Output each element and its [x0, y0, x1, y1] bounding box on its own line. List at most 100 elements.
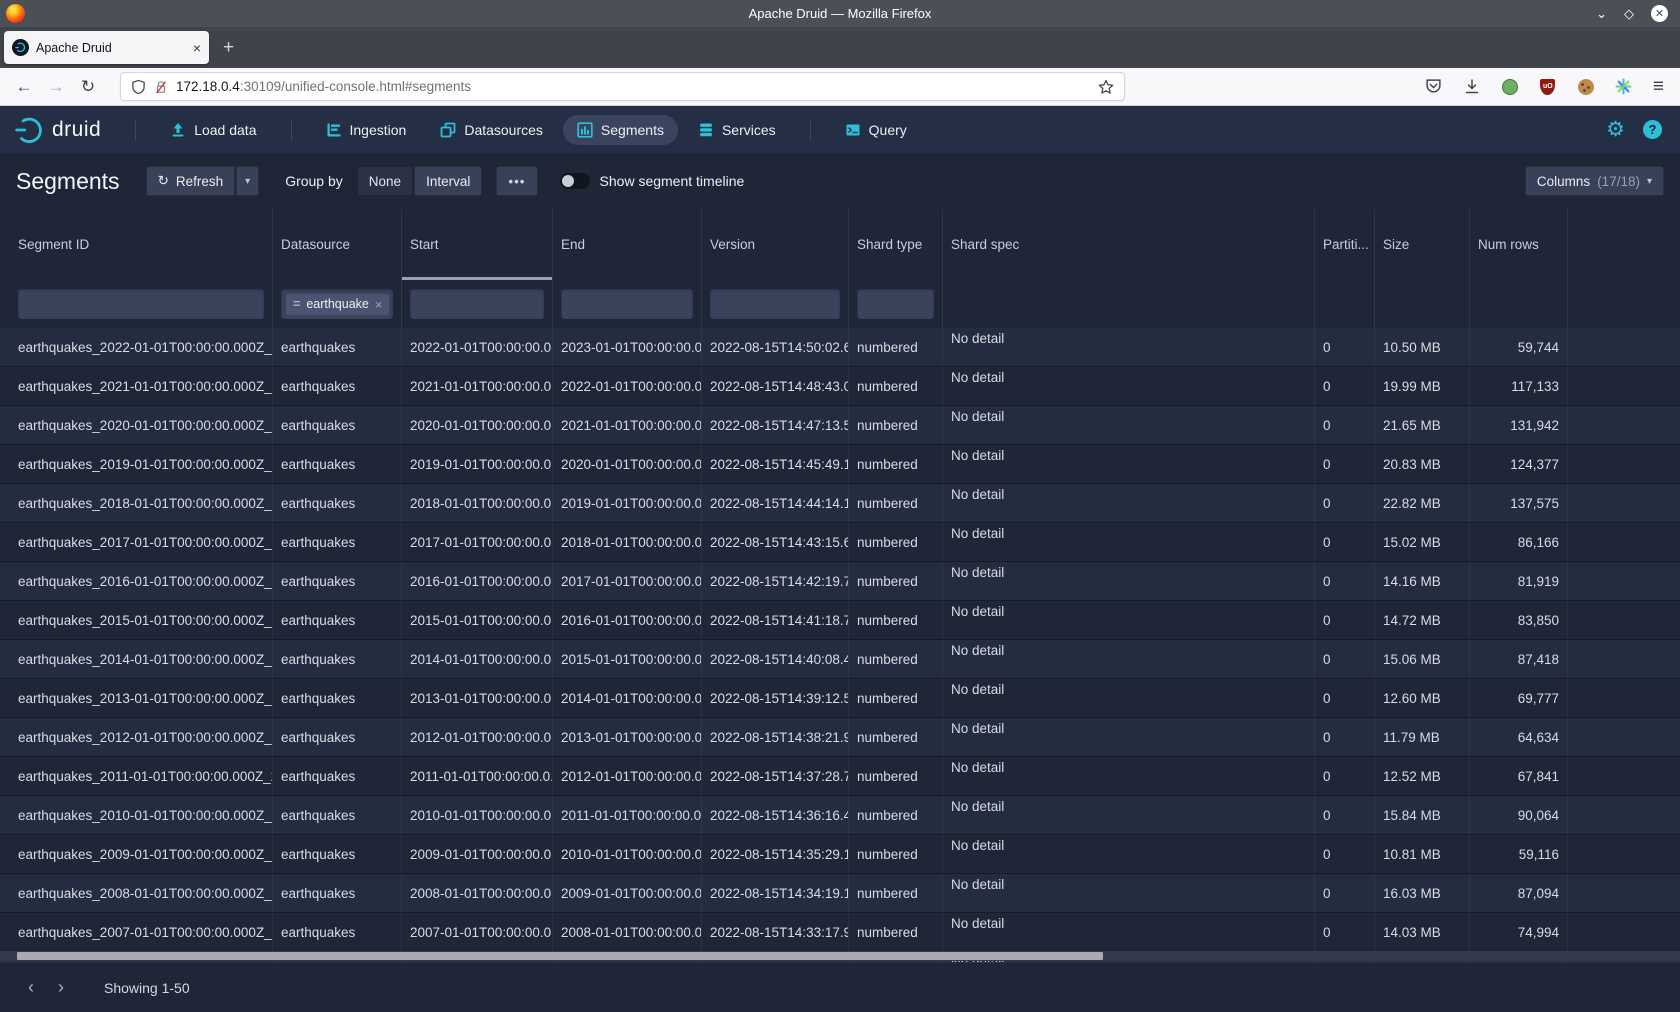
previous-page-button[interactable]: ‹: [16, 973, 46, 1003]
column-header-end[interactable]: End: [553, 209, 702, 280]
cell-size: 15.06 MB: [1375, 640, 1470, 678]
nav-item-segments[interactable]: Segments: [563, 115, 678, 145]
nav-item-query[interactable]: Query: [831, 115, 921, 145]
table-row[interactable]: earthquakes_2007-01-01T00:00:00.000Z_2..…: [0, 913, 1680, 952]
ublock-origin-icon[interactable]: uO: [1539, 78, 1557, 96]
cell-start: 2020-01-01T00:00:00.0...: [402, 406, 553, 444]
filter-input-datasource[interactable]: = earthquake ×: [281, 289, 393, 319]
refresh-interval-dropdown[interactable]: ▾: [236, 166, 259, 196]
table-row[interactable]: earthquakes_2014-01-01T00:00:00.000Z_2..…: [0, 640, 1680, 679]
more-options-button[interactable]: •••: [496, 166, 537, 196]
cell-segment-id: earthquakes_2010-01-01T00:00:00.000Z_2..…: [10, 796, 273, 834]
datasources-icon: [440, 122, 456, 138]
group-by-none-button[interactable]: None: [357, 166, 413, 196]
cell-end: 2008-01-01T00:00:00.0...: [553, 913, 702, 951]
pocket-icon[interactable]: [1425, 78, 1443, 96]
extension-green-icon[interactable]: [1501, 78, 1519, 96]
cell-num-rows: 81,919: [1470, 562, 1568, 600]
refresh-button[interactable]: ↻ Refresh: [146, 166, 236, 196]
table-row[interactable]: earthquakes_2019-01-01T00:00:00.000Z_2..…: [0, 445, 1680, 484]
nav-item-services[interactable]: Services: [684, 115, 790, 145]
table-row[interactable]: earthquakes_2016-01-01T00:00:00.000Z_2..…: [0, 562, 1680, 601]
table-row[interactable]: earthquakes_2011-01-01T00:00:00.000Z_2..…: [0, 757, 1680, 796]
column-header-num-rows[interactable]: Num rows: [1470, 209, 1568, 280]
nav-item-load-data[interactable]: Load data: [156, 115, 270, 145]
nav-item-ingestion[interactable]: Ingestion: [312, 115, 421, 145]
group-by-interval-button[interactable]: Interval: [414, 166, 482, 196]
table-row[interactable]: earthquakes_2013-01-01T00:00:00.000Z_2..…: [0, 679, 1680, 718]
pagination-bar: ‹ › Showing 1-50: [0, 962, 1680, 1012]
columns-button[interactable]: Columns (17/18) ▾: [1525, 166, 1664, 196]
column-header-partition[interactable]: Partiti...: [1315, 209, 1375, 280]
table-row[interactable]: earthquakes_2017-01-01T00:00:00.000Z_2..…: [0, 523, 1680, 562]
tab-close-icon[interactable]: ×: [193, 40, 201, 56]
container-asterisk-icon[interactable]: [1615, 78, 1633, 96]
cell-segment-id: earthquakes_2016-01-01T00:00:00.000Z_2..…: [10, 562, 273, 600]
cell-size: 15.84 MB: [1375, 796, 1470, 834]
insecure-lock-icon[interactable]: [154, 79, 168, 95]
filter-input-start[interactable]: [410, 289, 544, 319]
cell-shard-spec: No detail: [943, 445, 1315, 483]
column-header-shard-type[interactable]: Shard type: [849, 209, 943, 280]
filter-input-end[interactable]: [561, 289, 693, 319]
column-header-version[interactable]: Version: [702, 209, 849, 280]
column-header-shard-spec[interactable]: Shard spec: [943, 209, 1315, 280]
segment-timeline-toggle[interactable]: [560, 173, 590, 189]
forward-button[interactable]: →: [42, 73, 70, 101]
cell-version: 2022-08-15T14:42:19.7...: [702, 562, 849, 600]
nav-item-datasources[interactable]: Datasources: [426, 115, 557, 145]
window-maximize-button[interactable]: ◇: [1624, 7, 1634, 20]
reload-button[interactable]: ↻: [74, 73, 102, 101]
table-row[interactable]: earthquakes_2009-01-01T00:00:00.000Z_2..…: [0, 835, 1680, 874]
downloads-icon[interactable]: [1463, 78, 1481, 96]
filter-input-segment-id[interactable]: [18, 289, 264, 319]
cell-datasource: earthquakes: [273, 679, 402, 717]
table-row[interactable]: earthquakes_2015-01-01T00:00:00.000Z_2..…: [0, 601, 1680, 640]
filter-input-shard-type[interactable]: [857, 289, 934, 319]
table-row[interactable]: earthquakes_2012-01-01T00:00:00.000Z_2..…: [0, 718, 1680, 757]
nav-item-label: Load data: [194, 122, 256, 138]
table-row[interactable]: earthquakes_2018-01-01T00:00:00.000Z_2..…: [0, 484, 1680, 523]
browser-toolbar: ← → ↻ 172.18.0.4:30109/unified-console.h…: [0, 68, 1680, 106]
window-minimize-button[interactable]: ⌄: [1596, 7, 1607, 20]
table-row[interactable]: earthquakes_2021-01-01T00:00:00.000Z_2..…: [0, 367, 1680, 406]
column-header-start[interactable]: Start: [402, 209, 553, 280]
new-tab-button[interactable]: +: [223, 37, 234, 59]
table-row[interactable]: earthquakes_2008-01-01T00:00:00.000Z_2..…: [0, 874, 1680, 913]
filter-input-version[interactable]: [710, 289, 840, 319]
horizontal-scrollbar[interactable]: [0, 951, 1680, 961]
menu-hamburger-icon[interactable]: ≡: [1653, 77, 1664, 96]
table-body: earthquakes_2022-01-01T00:00:00.000Z_2..…: [0, 328, 1680, 962]
nav-item-label: Ingestion: [350, 122, 407, 138]
cell-partition: 0: [1315, 523, 1375, 561]
refresh-label: Refresh: [176, 174, 223, 189]
column-header-datasource[interactable]: Datasource: [273, 209, 402, 280]
url-bar[interactable]: 172.18.0.4:30109/unified-console.html#se…: [120, 72, 1125, 101]
table-row[interactable]: earthquakes_2020-01-01T00:00:00.000Z_2..…: [0, 406, 1680, 445]
column-header-segment-id[interactable]: Segment ID: [10, 209, 273, 280]
help-icon[interactable]: ?: [1643, 120, 1662, 139]
cell-segment-id: earthquakes_2012-01-01T00:00:00.000Z_2..…: [10, 718, 273, 756]
cell-start: 2017-01-01T00:00:00.0...: [402, 523, 553, 561]
filter-tag-remove-icon[interactable]: ×: [375, 297, 383, 312]
nav-item-label: Services: [722, 122, 776, 138]
tab-title: Apache Druid: [36, 41, 186, 55]
cookie-extension-icon[interactable]: [1577, 78, 1595, 96]
next-page-button[interactable]: ›: [46, 973, 76, 1003]
column-header-size[interactable]: Size: [1375, 209, 1470, 280]
table-row[interactable]: earthquakes_2022-01-01T00:00:00.000Z_2..…: [0, 328, 1680, 367]
window-close-button[interactable]: ✕: [1651, 5, 1668, 22]
cell-version: 2022-08-15T14:36:16.4...: [702, 796, 849, 834]
cell-num-rows: 64,634: [1470, 718, 1568, 756]
back-button[interactable]: ←: [10, 73, 38, 101]
settings-gear-icon[interactable]: ⚙: [1606, 119, 1625, 140]
shield-icon[interactable]: [131, 79, 146, 95]
druid-brand[interactable]: druid: [14, 115, 101, 145]
bookmark-star-icon[interactable]: [1098, 79, 1114, 95]
table-row[interactable]: earthquakes_2010-01-01T00:00:00.000Z_2..…: [0, 796, 1680, 835]
scrollbar-thumb[interactable]: [17, 952, 1103, 960]
datasource-filter-tag[interactable]: = earthquake ×: [286, 294, 389, 315]
cell-size: 10.50 MB: [1375, 328, 1470, 366]
cell-start: 2009-01-01T00:00:00.0...: [402, 835, 553, 873]
browser-tab[interactable]: Apache Druid ×: [4, 31, 209, 64]
